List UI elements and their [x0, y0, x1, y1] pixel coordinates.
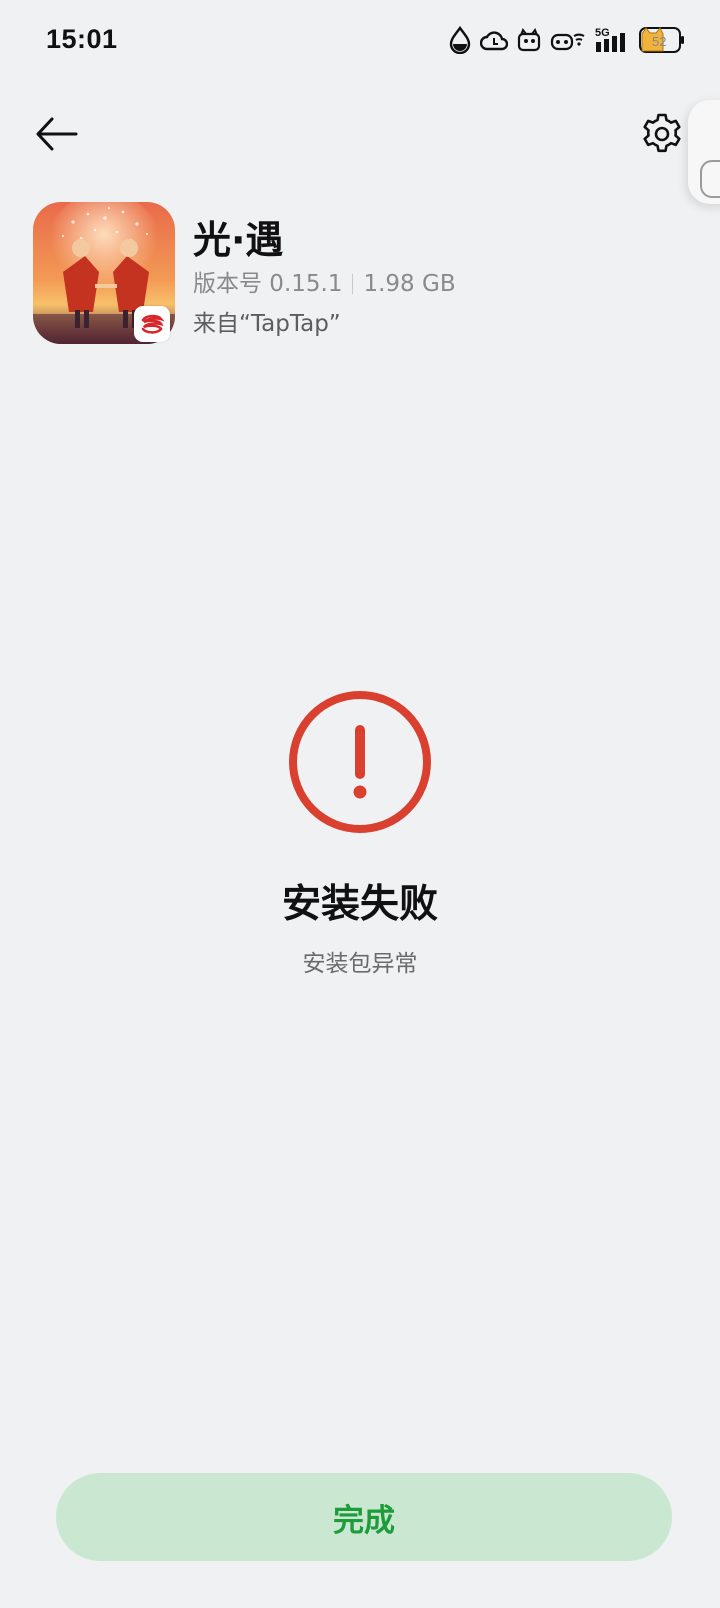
battery-level: 52: [652, 34, 666, 49]
app-meta: 版本号 0.15.1 1.98 GB: [193, 268, 456, 300]
water-drop-icon: [448, 26, 472, 54]
floating-side-panel[interactable]: [688, 100, 720, 204]
result-title: 安装失败: [281, 882, 438, 927]
app-name: 光·遇: [193, 218, 284, 262]
result-reason: 安装包异常: [302, 951, 418, 977]
app-size: 1.98 GB: [363, 271, 456, 297]
status-time: 15:01: [46, 24, 118, 54]
arrow-left-icon: [36, 117, 78, 151]
wifi-icon: [550, 26, 586, 54]
done-button[interactable]: 完成: [56, 1473, 672, 1561]
app-version: 版本号 0.15.1: [193, 271, 343, 297]
settings-button[interactable]: [634, 106, 690, 162]
status-bar: 15:01 5G 52: [0, 0, 720, 82]
gear-icon: [643, 113, 681, 153]
cloud-icon: [480, 27, 508, 53]
cat-notification-icon: [516, 27, 542, 53]
meta-divider: [352, 274, 354, 294]
app-source: 来自“TapTap”: [193, 311, 341, 337]
network-type-label: 5G: [595, 27, 610, 39]
signal-icon: 5G: [594, 25, 630, 55]
exclamation-circle-icon: [286, 688, 434, 836]
back-button[interactable]: [28, 106, 84, 162]
battery-icon: 52: [638, 25, 686, 55]
netease-logo-icon: [134, 306, 170, 342]
status-icons: 5G 52: [448, 22, 686, 58]
